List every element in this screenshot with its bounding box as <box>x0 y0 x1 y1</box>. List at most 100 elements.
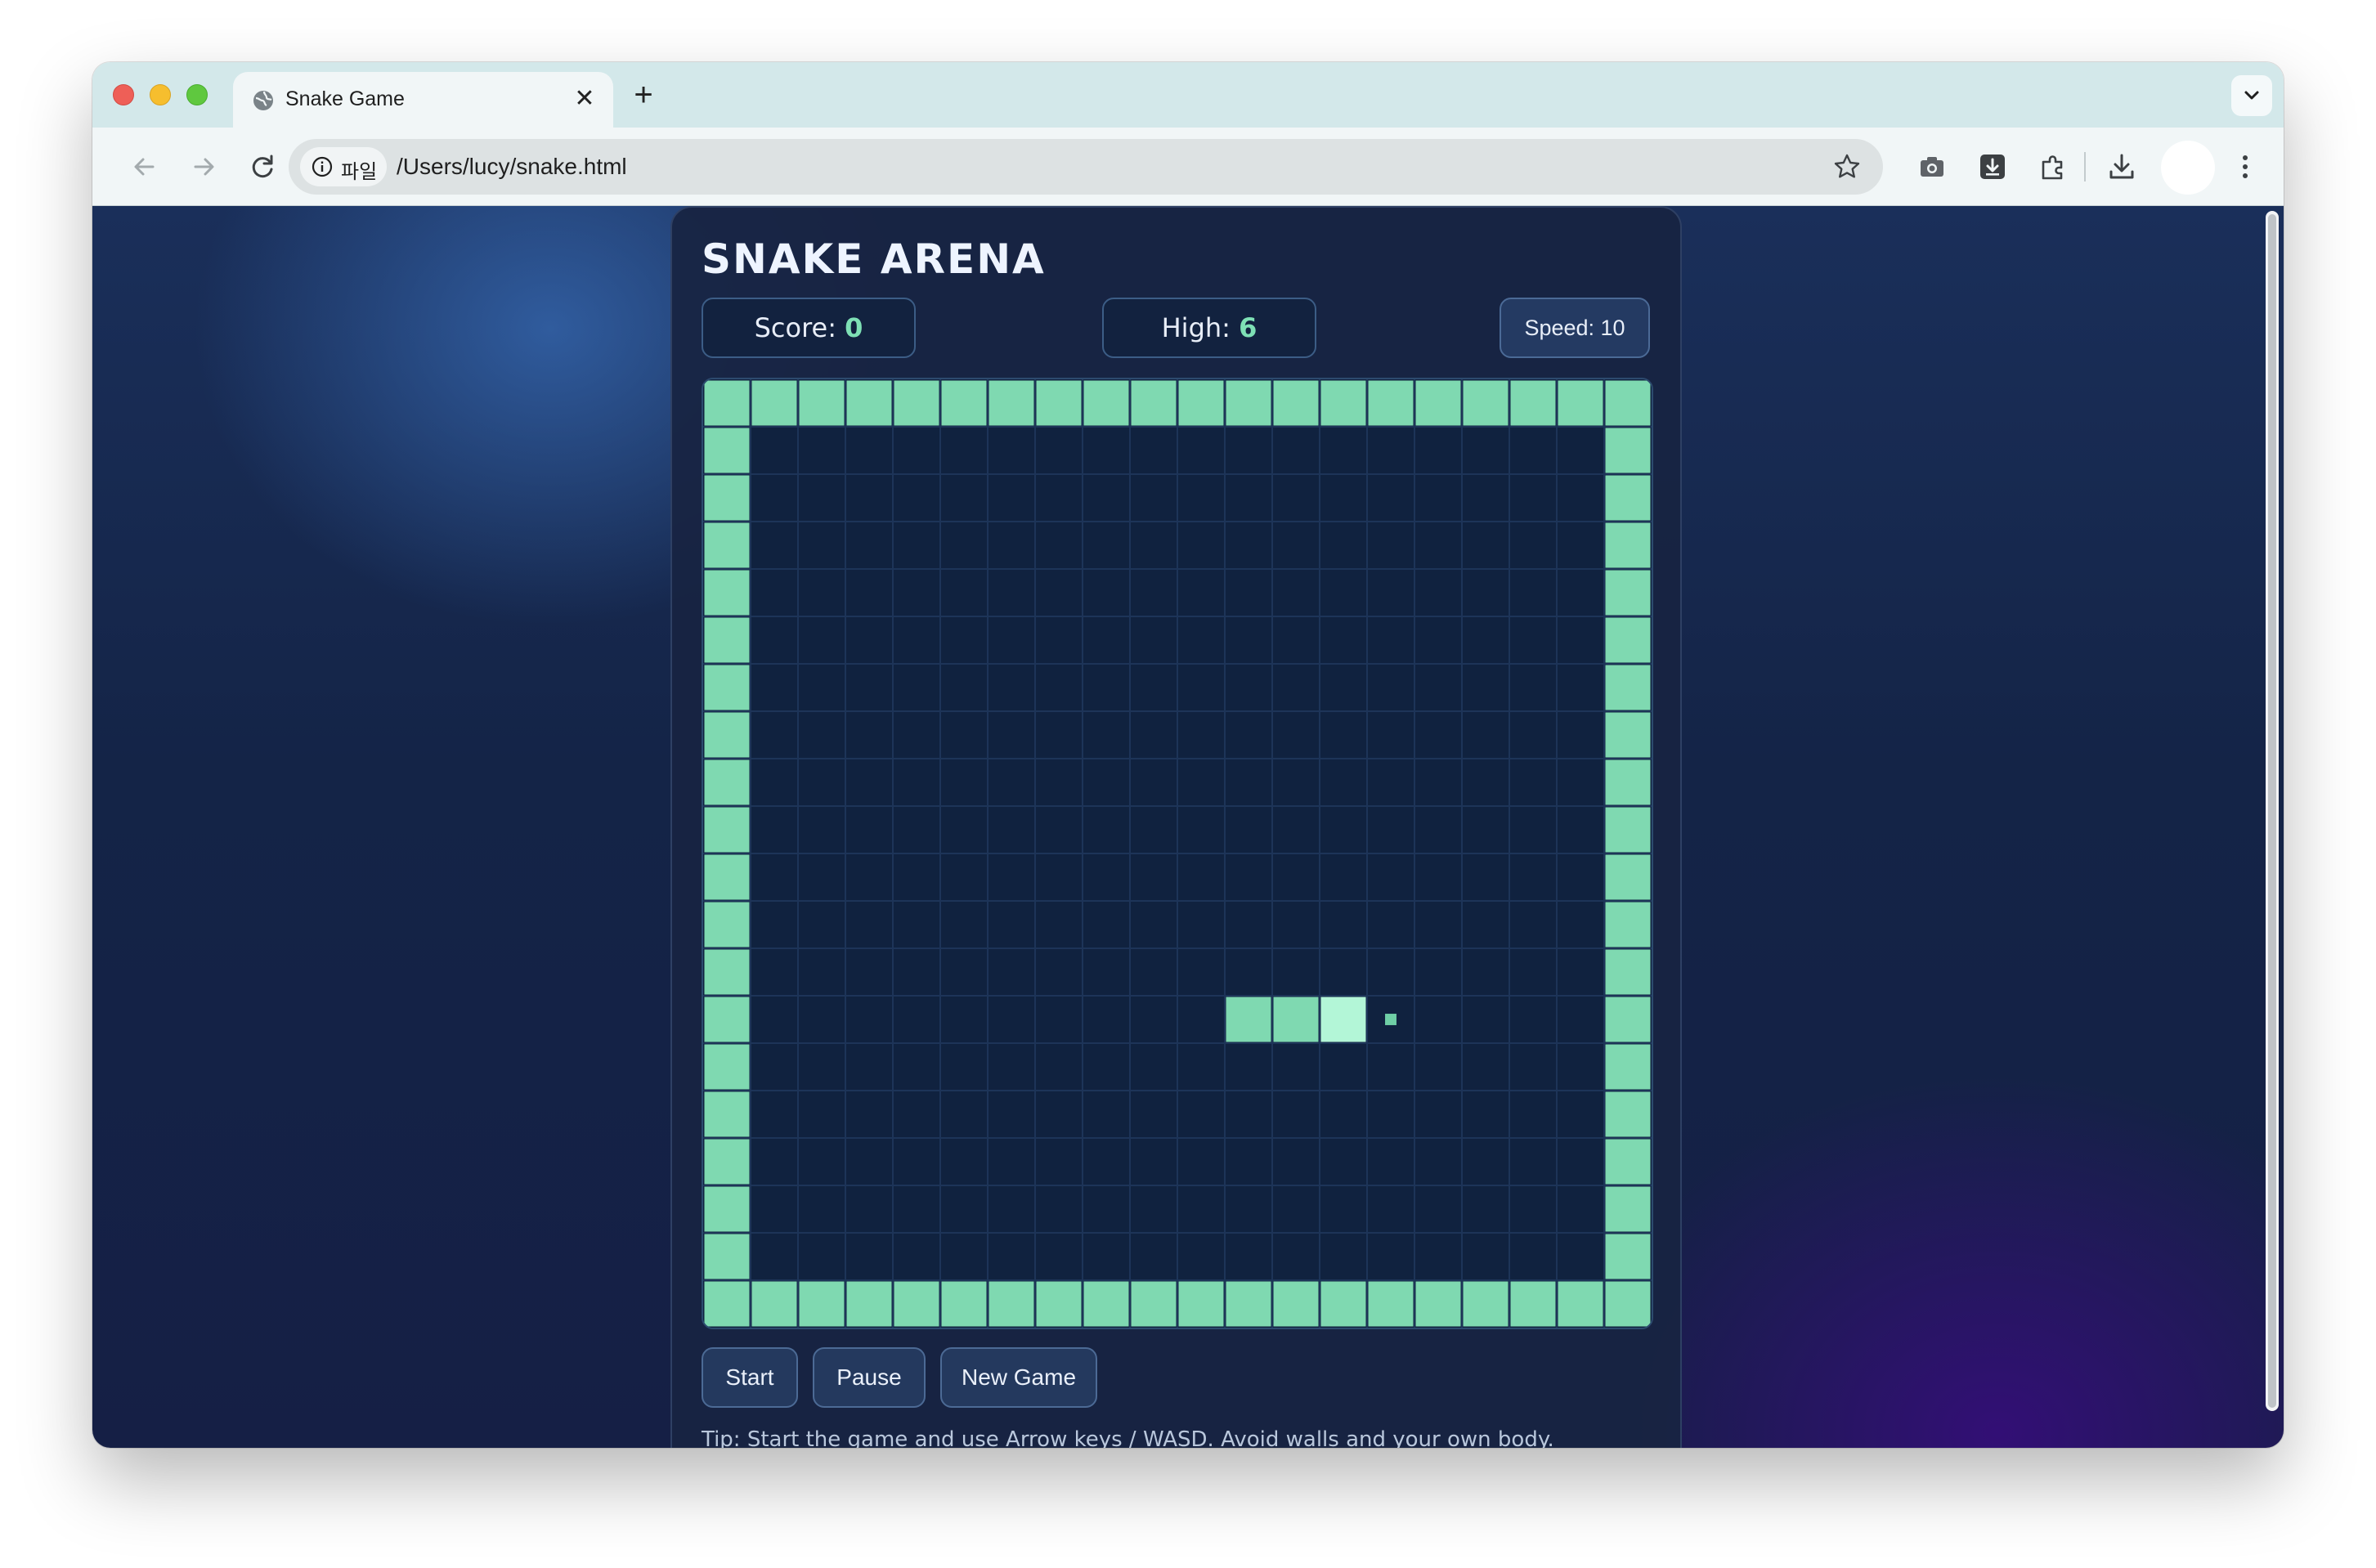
close-window-button[interactable] <box>113 84 134 105</box>
tip-text: Tip: Start the game and use Arrow keys /… <box>702 1427 1554 1448</box>
snake-segment <box>1273 997 1319 1042</box>
wall-cell <box>1083 1281 1129 1327</box>
wall-cell <box>1605 1234 1651 1279</box>
wall-cell <box>1605 712 1651 758</box>
wall-cell <box>1510 380 1556 426</box>
wall-cell <box>1178 1281 1224 1327</box>
wall-cell <box>1368 1281 1414 1327</box>
wall-cell <box>704 475 750 521</box>
wall-cell <box>704 712 750 758</box>
tab-search-button[interactable] <box>2231 75 2272 116</box>
forward-arrow-icon[interactable] <box>186 149 222 185</box>
url-text[interactable]: /Users/lucy/snake.html <box>397 154 627 180</box>
wall-cell <box>1083 380 1129 426</box>
wall-cell <box>704 428 750 473</box>
minimize-window-button[interactable] <box>150 84 171 105</box>
wall-cell <box>1605 854 1651 900</box>
puzzle-icon[interactable] <box>2037 150 2069 183</box>
star-icon[interactable] <box>1832 152 1862 181</box>
site-info-chip[interactable]: 파일 <box>300 147 387 186</box>
snake-head <box>1320 997 1366 1042</box>
pause-button[interactable]: Pause <box>813 1347 926 1408</box>
maximize-window-button[interactable] <box>186 84 208 105</box>
game-board[interactable] <box>702 378 1653 1329</box>
page-content: SNAKE ARENA Score: 0 High: 6 Speed: 10 S… <box>92 206 2284 1448</box>
snake-segment <box>1226 997 1271 1042</box>
wall-cell <box>1605 1186 1651 1232</box>
save-extension-icon[interactable] <box>1976 150 2009 183</box>
wall-cell <box>1605 997 1651 1042</box>
wall-cell <box>704 1044 750 1090</box>
wall-cell <box>1273 380 1319 426</box>
kebab-menu-icon[interactable] <box>2233 150 2257 183</box>
wall-cell <box>1605 1044 1651 1090</box>
camera-icon[interactable] <box>1916 150 1948 183</box>
browser-toolbar: 파일 /Users/lucy/snake.html <box>92 128 2284 206</box>
back-arrow-icon[interactable] <box>127 149 163 185</box>
wall-cell <box>1273 1281 1319 1327</box>
wall-cell <box>1605 665 1651 710</box>
wall-cell <box>1558 380 1603 426</box>
info-icon <box>312 156 333 177</box>
food-pellet <box>1385 1014 1396 1025</box>
game-title: SNAKE ARENA <box>702 235 1046 283</box>
speed-display[interactable]: Speed: 10 <box>1500 298 1650 358</box>
reload-icon[interactable] <box>244 149 280 185</box>
high-score-label: High: <box>1161 312 1240 343</box>
wall-cell <box>1131 380 1177 426</box>
wall-cell <box>1415 380 1461 426</box>
wall-cell <box>1368 380 1414 426</box>
wall-cell <box>704 1234 750 1279</box>
wall-cell <box>1131 1281 1177 1327</box>
wall-cell <box>1605 1139 1651 1185</box>
wall-cell <box>1510 1281 1556 1327</box>
wall-cell <box>1463 1281 1509 1327</box>
tab-strip: Snake Game ✕ + <box>92 62 2284 128</box>
start-button[interactable]: Start <box>702 1347 798 1408</box>
wall-cell <box>1605 949 1651 995</box>
globe-icon <box>253 91 273 110</box>
wall-cell <box>1415 1281 1461 1327</box>
wall-cell <box>1605 617 1651 663</box>
wall-cell <box>751 1281 797 1327</box>
plus-icon[interactable]: + <box>625 78 661 114</box>
wall-cell <box>704 997 750 1042</box>
tab-title: Snake Game <box>285 87 405 110</box>
wall-cell <box>989 1281 1034 1327</box>
wall-cell <box>894 1281 939 1327</box>
wall-cell <box>704 522 750 568</box>
wall-cell <box>751 380 797 426</box>
new-game-button[interactable]: New Game <box>940 1347 1097 1408</box>
wall-cell <box>704 759 750 805</box>
wall-cell <box>1605 570 1651 616</box>
toolbar-separator <box>2084 152 2086 181</box>
profile-avatar[interactable] <box>2161 141 2215 195</box>
wall-cell <box>799 1281 845 1327</box>
score-label: Score: <box>754 312 845 343</box>
wall-cell <box>1605 902 1651 948</box>
wall-cell <box>704 570 750 616</box>
wall-cell <box>1605 1091 1651 1137</box>
address-bar[interactable]: 파일 /Users/lucy/snake.html <box>289 139 1883 195</box>
high-score-value: 6 <box>1239 312 1257 343</box>
wall-cell <box>1320 1281 1366 1327</box>
wall-cell <box>1178 380 1224 426</box>
wall-cell <box>1605 807 1651 853</box>
wall-cell <box>1036 1281 1082 1327</box>
wall-cell <box>1605 475 1651 521</box>
wall-cell <box>704 1281 750 1327</box>
wall-cell <box>1605 1281 1651 1327</box>
tab-snake-game[interactable]: Snake Game ✕ <box>233 72 613 128</box>
score-value: 0 <box>845 312 863 343</box>
download-icon[interactable] <box>2105 150 2138 183</box>
scrollbar-thumb[interactable] <box>2268 214 2276 1408</box>
game-board-canvas <box>703 379 1652 1328</box>
wall-cell <box>704 665 750 710</box>
wall-cell <box>704 807 750 853</box>
wall-cell <box>846 380 892 426</box>
close-icon[interactable]: ✕ <box>569 83 600 114</box>
wall-cell <box>1605 380 1651 426</box>
vertical-scrollbar[interactable] <box>2266 211 2279 1411</box>
wall-cell <box>1605 759 1651 805</box>
wall-cell <box>941 1281 987 1327</box>
